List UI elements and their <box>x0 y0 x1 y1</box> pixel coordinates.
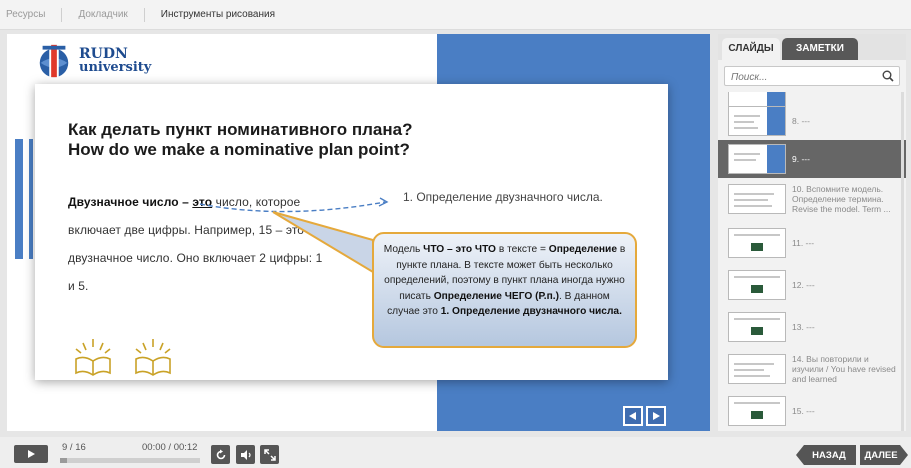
thumbnail-image <box>728 396 786 426</box>
logo-line2: university <box>79 60 152 75</box>
thumbnail-image <box>728 354 786 384</box>
logo-line1: RUDN <box>79 46 128 62</box>
progress-fill <box>60 458 67 463</box>
thumbnail-image <box>728 270 786 300</box>
slide-counter: 9 / 16 <box>62 442 86 453</box>
thumb-label: 9. --- <box>792 154 810 164</box>
triangle-left-icon <box>629 412 636 420</box>
thumb-slide-14[interactable]: 14. Вы повторили и изучили / You have re… <box>718 354 906 384</box>
slide-card: Как делать пункт номинативного плана? Ho… <box>35 84 668 380</box>
callout-text: Модель <box>383 244 424 255</box>
sidebar-scrollbar[interactable] <box>901 92 904 431</box>
nav-resources[interactable]: Ресурсы <box>0 7 63 22</box>
thumb-label: 10. Вспомните модель. Определение термин… <box>792 184 891 214</box>
thumb-label: 12. --- <box>792 280 815 290</box>
para-bold: Двузначное число – <box>68 195 193 209</box>
rudn-logo: RUDN university <box>35 42 151 80</box>
volume-button[interactable] <box>236 445 255 464</box>
slide-prev-button[interactable] <box>623 406 643 426</box>
triangle-right-icon <box>653 412 660 420</box>
thumb-label: 15. --- <box>792 406 815 416</box>
callout-text: в тексте = <box>496 244 549 255</box>
next-button[interactable]: ДАЛЕЕ <box>860 445 908 465</box>
thumb-label: 13. --- <box>792 322 815 332</box>
thumb-label: 8. --- <box>792 116 810 126</box>
sidebar-tabs: СЛАЙДЫ ЗАМЕТКИ <box>718 34 906 60</box>
open-book-icon <box>135 339 171 376</box>
fullscreen-button[interactable] <box>260 445 279 464</box>
search-input[interactable] <box>725 68 875 87</box>
callout-bold: ЧТО – это ЧТО <box>423 244 496 255</box>
speaker-icon <box>240 449 251 460</box>
decor-stripe <box>15 139 23 259</box>
replay-icon <box>216 449 225 459</box>
thumbnail-image <box>728 184 786 214</box>
callout-pointer <box>272 211 374 274</box>
thumb-slide-13[interactable]: 13. --- <box>718 312 906 342</box>
callout-bold: 1. Определение двузначного числа. <box>440 306 622 317</box>
globe-logo-icon <box>39 44 69 78</box>
thumb-slide-10[interactable]: 10. Вспомните модель. Определение термин… <box>718 184 906 214</box>
player-bar <box>0 437 911 468</box>
thumb-slide-8[interactable]: 8. --- <box>718 106 906 136</box>
explanation-callout: Модель ЧТО – это ЧТО в тексте = Определе… <box>372 232 637 348</box>
thumbnail-image <box>728 228 786 258</box>
slide-next-button[interactable] <box>646 406 666 426</box>
search-box <box>724 66 900 87</box>
play-icon <box>28 450 35 458</box>
top-nav: Ресурсы Докладчик Инструменты рисования <box>0 0 911 30</box>
tab-notes[interactable]: ЗАМЕТКИ <box>782 38 858 60</box>
slide-title-ru: Как делать пункт номинативного плана? <box>68 120 413 139</box>
callout-bold: Определение ЧЕГО (Р.п.) <box>433 290 559 302</box>
thumbnail-image <box>728 144 786 174</box>
search-icon[interactable] <box>882 70 894 82</box>
replay-button[interactable] <box>211 445 230 464</box>
thumb-slide-15[interactable]: 15. --- <box>718 396 906 426</box>
thumb-label: 14. Вы повторили и изучили / You have re… <box>792 354 896 384</box>
expand-icon <box>263 448 276 461</box>
slide-title-en: How do we make a nominative plan point? <box>68 140 410 159</box>
thumb-slide-9[interactable]: 9. --- <box>718 140 906 178</box>
thumbnail-image <box>728 106 786 136</box>
callout-bold: Определение <box>548 244 617 255</box>
tab-slides[interactable]: СЛАЙДЫ <box>722 38 780 60</box>
time-readout: 00:00 / 00:12 <box>142 442 198 453</box>
logo-text: RUDN university <box>79 47 151 75</box>
nav-presenter[interactable]: Докладчик <box>62 7 145 22</box>
sidebar: СЛАЙДЫ ЗАМЕТКИ 8. --- 9. --- 10. Вспомни… <box>718 34 906 431</box>
slide-stage: RUDN university Как делать пункт номинат… <box>7 34 710 431</box>
thumb-label: 11. --- <box>792 238 815 248</box>
play-button[interactable] <box>14 445 48 463</box>
thumb-slide-11[interactable]: 11. --- <box>718 228 906 258</box>
slide-title: Как делать пункт номинативного плана? Ho… <box>68 120 488 160</box>
nav-drawing-tools[interactable]: Инструменты рисования <box>145 8 291 22</box>
decor-stripe <box>29 139 33 259</box>
thumbnail-image <box>728 312 786 342</box>
slide-thumbnail-list: 8. --- 9. --- 10. Вспомните модель. Опре… <box>718 92 906 431</box>
back-button[interactable]: НАЗАД <box>796 445 856 465</box>
progress-bar[interactable] <box>60 458 200 463</box>
open-book-icon <box>75 339 111 376</box>
thumb-slide-12[interactable]: 12. --- <box>718 270 906 300</box>
